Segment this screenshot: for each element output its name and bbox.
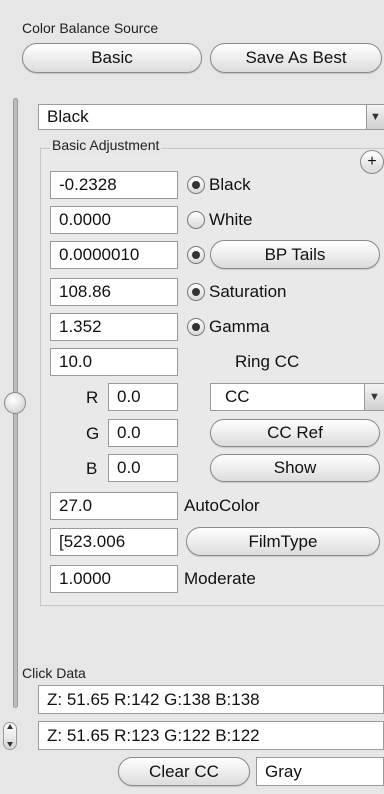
click-data-line-1: Z: 51.65 R:142 G:138 B:138 [38, 685, 384, 714]
add-plus-button[interactable]: + [360, 150, 384, 174]
mode-select[interactable]: Black [38, 104, 384, 130]
b-value-field[interactable]: 0.0 [108, 454, 178, 482]
ring-cc-value-field[interactable]: 10.0 [50, 348, 178, 376]
filmtype-button[interactable]: FilmType [186, 527, 380, 556]
g-value-field[interactable]: 0.0 [108, 419, 178, 447]
moderate-label: Moderate [184, 569, 256, 588]
stepper-up-icon[interactable] [7, 724, 13, 729]
moderate-value-field[interactable]: 1.0000 [50, 565, 178, 593]
gamma-label: Gamma [209, 317, 270, 336]
cc-select-value: CC [225, 387, 250, 406]
bp-tails-button[interactable]: BP Tails [210, 240, 380, 269]
basic-button[interactable]: Basic [22, 43, 202, 73]
click-data-label: Click Data [22, 665, 86, 681]
b-label: B [86, 459, 98, 478]
white-value-field[interactable]: 0.0000 [50, 206, 178, 234]
black-radio[interactable] [187, 176, 205, 194]
click-data-line-2: Z: 51.65 R:123 G:122 B:122 [38, 721, 384, 750]
r-label: R [86, 388, 99, 407]
bp-tails-radio[interactable] [187, 246, 205, 264]
saturation-value-field[interactable]: 108.86 [50, 278, 178, 306]
filmtype-value-field[interactable]: [523.006 [50, 528, 178, 556]
save-as-best-button[interactable]: Save As Best [210, 43, 382, 73]
gamma-value-field[interactable]: 1.352 [50, 313, 178, 341]
cc-select-arrow-icon[interactable]: ▼ [364, 384, 384, 410]
black-value-field[interactable]: -0.2328 [50, 171, 178, 199]
bp-tails-value-field[interactable]: 0.0000010 [50, 241, 178, 269]
mode-select-value: Black [47, 107, 89, 126]
vertical-slider-thumb[interactable] [4, 392, 26, 414]
r-value-field[interactable]: 0.0 [108, 383, 178, 411]
cc-select[interactable]: CC [210, 383, 384, 411]
stepper-down-icon[interactable] [7, 742, 13, 747]
gray-field[interactable]: Gray [256, 757, 384, 786]
mode-select-arrow-icon[interactable]: ▼ [366, 105, 384, 129]
color-balance-source-label: Color Balance Source [22, 20, 159, 36]
show-button[interactable]: Show [210, 454, 380, 482]
cc-ref-button[interactable]: CC Ref [210, 419, 380, 447]
clear-cc-button[interactable]: Clear CC [118, 757, 250, 786]
white-radio[interactable] [187, 211, 205, 229]
ring-cc-label: Ring CC [235, 352, 300, 371]
black-label: Black [209, 175, 251, 194]
autocolor-label: AutoColor [184, 496, 260, 515]
saturation-label: Saturation [209, 282, 287, 301]
white-label: White [209, 210, 253, 229]
g-label: G [86, 424, 100, 443]
basic-adjustment-title: Basic Adjustment [50, 137, 162, 153]
gamma-radio[interactable] [187, 318, 205, 336]
autocolor-value-field[interactable]: 27.0 [50, 492, 178, 520]
saturation-radio[interactable] [187, 283, 205, 301]
